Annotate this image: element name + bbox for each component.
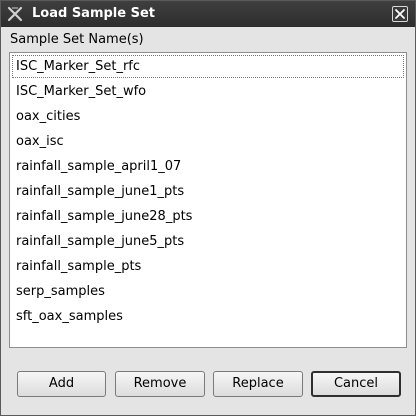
sample-set-names-label: Sample Set Name(s): [10, 32, 144, 47]
close-button[interactable]: [392, 6, 408, 22]
sample-set-list[interactable]: ISC_Marker_Set_rfc ISC_Marker_Set_wfo oa…: [9, 52, 407, 348]
list-item[interactable]: sft_oax_samples: [12, 305, 404, 328]
list-item[interactable]: rainfall_sample_june5_pts: [12, 230, 404, 253]
list-item[interactable]: oax_isc: [12, 130, 404, 153]
list-item[interactable]: ISC_Marker_Set_wfo: [12, 80, 404, 103]
list-item[interactable]: rainfall_sample_june1_pts: [12, 180, 404, 203]
add-button[interactable]: Add: [17, 371, 106, 397]
list-item[interactable]: rainfall_sample_june28_pts: [12, 205, 404, 228]
list-item[interactable]: ISC_Marker_Set_rfc: [12, 55, 404, 78]
cancel-button[interactable]: Cancel: [311, 371, 401, 397]
load-sample-set-dialog: Load Sample Set Sample Set Name(s) ISC_M…: [0, 0, 416, 416]
list-item[interactable]: rainfall_sample_pts: [12, 255, 404, 278]
list-item[interactable]: rainfall_sample_april1_07: [12, 155, 404, 178]
title-bar[interactable]: Load Sample Set: [1, 1, 415, 27]
dialog-title: Load Sample Set: [32, 6, 155, 21]
list-item[interactable]: oax_cities: [12, 105, 404, 128]
remove-button[interactable]: Remove: [115, 371, 205, 397]
list-item[interactable]: serp_samples: [12, 280, 404, 303]
x-logo-icon: [7, 6, 23, 22]
replace-button[interactable]: Replace: [213, 371, 303, 397]
close-icon: [395, 9, 405, 19]
